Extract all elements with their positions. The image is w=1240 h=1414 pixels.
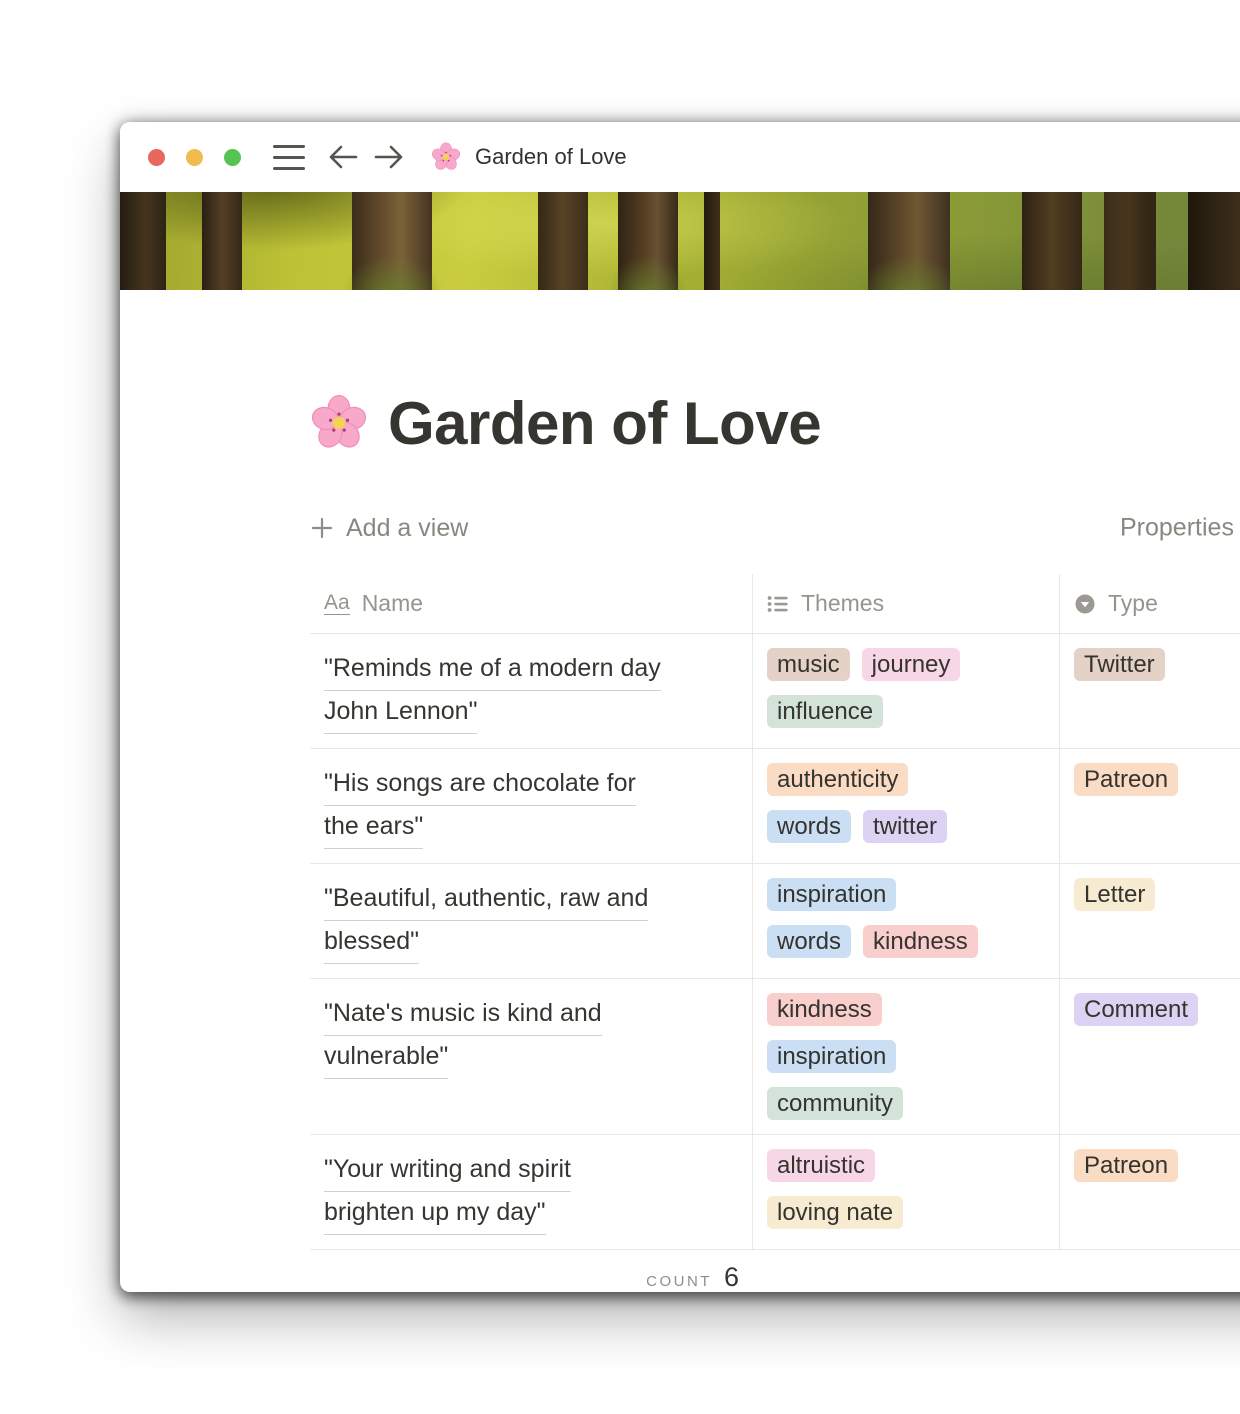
page-header: Garden of Love (310, 390, 1240, 456)
tree-trunk (868, 192, 950, 290)
properties-button[interactable]: Properties (1120, 514, 1234, 543)
column-label: Name (362, 590, 423, 617)
table-body: "Reminds me of a modern dayJohn Lennon"m… (310, 634, 1240, 1250)
name-cell[interactable]: "Nate's music is kind andvulnerable" (310, 979, 753, 1134)
row-title-link: vulnerable" (324, 1036, 448, 1079)
table-row: "Beautiful, authentic, raw andblessed"in… (310, 864, 1240, 979)
column-header-themes[interactable]: Themes (753, 574, 1060, 633)
row-title-link: the ears" (324, 806, 423, 849)
cherry-blossom-icon (431, 142, 461, 172)
name-cell[interactable]: "Beautiful, authentic, raw andblessed" (310, 864, 753, 978)
zoom-button[interactable] (224, 149, 241, 166)
multi-select-icon (767, 593, 789, 615)
tree-trunk (704, 192, 720, 290)
row-title-link: brighten up my day" (324, 1192, 546, 1235)
tag-loving-nate: loving nate (767, 1196, 903, 1229)
type-cell[interactable]: Letter (1060, 864, 1240, 978)
row-title-link: "Beautiful, authentic, raw and (324, 878, 648, 921)
table-header-row: Aa Name Themes Type (310, 574, 1240, 634)
table-row: "Your writing and spiritbrighten up my d… (310, 1135, 1240, 1250)
name-cell[interactable]: "Your writing and spiritbrighten up my d… (310, 1135, 753, 1249)
tree-trunk (1188, 192, 1240, 290)
row-title-link: John Lennon" (324, 691, 477, 734)
tag-altruistic: altruistic (767, 1149, 875, 1182)
tag-twitter: twitter (863, 810, 947, 843)
table-row: "Reminds me of a modern dayJohn Lennon"m… (310, 634, 1240, 749)
page-title[interactable]: Garden of Love (388, 389, 821, 458)
titlebar: Garden of Love (120, 122, 1240, 192)
tree-trunk (1104, 192, 1156, 290)
row-title-link: "His songs are chocolate for (324, 763, 636, 806)
tree-trunk (538, 192, 588, 290)
tag-music: music (767, 648, 850, 681)
tag-words: words (767, 810, 851, 843)
select-icon (1074, 593, 1096, 615)
tree-trunk (202, 192, 242, 290)
add-view-label: Add a view (346, 514, 468, 543)
tag-Patreon: Patreon (1074, 763, 1178, 796)
hamburger-icon (273, 145, 305, 148)
column-header-type[interactable]: Type (1060, 574, 1240, 633)
tree-trunk (120, 192, 166, 290)
tree-trunk (1022, 192, 1082, 290)
page-content: Garden of Love Add a view Properties Aa … (120, 390, 1240, 1292)
tag-community: community (767, 1087, 903, 1120)
cover-image (120, 192, 1240, 290)
table-row: "His songs are chocolate forthe ears"aut… (310, 749, 1240, 864)
forward-arrow-icon (373, 144, 405, 170)
tag-authenticity: authenticity (767, 763, 908, 796)
tag-Letter: Letter (1074, 878, 1155, 911)
tag-Patreon: Patreon (1074, 1149, 1178, 1182)
count-label: COUNT (646, 1273, 712, 1290)
tag-words: words (767, 925, 851, 958)
row-title-link: "Nate's music is kind and (324, 993, 602, 1036)
themes-cell[interactable]: altruistic loving nate (753, 1135, 1060, 1249)
row-title-link: blessed" (324, 921, 419, 964)
row-title-link: "Reminds me of a modern day (324, 648, 661, 691)
count-value: 6 (724, 1262, 739, 1292)
traffic-lights (148, 149, 241, 166)
column-label: Type (1108, 590, 1158, 617)
row-title-link: "Your writing and spirit (324, 1149, 571, 1192)
tag-Twitter: Twitter (1074, 648, 1165, 681)
table-row: "Nate's music is kind andvulnerable"kind… (310, 979, 1240, 1135)
title-icon: Aa (324, 592, 350, 615)
tag-Comment: Comment (1074, 993, 1198, 1026)
app-window: Garden of Love (120, 122, 1240, 1292)
themes-cell[interactable]: kindness inspiration community (753, 979, 1060, 1134)
close-button[interactable] (148, 149, 165, 166)
tag-inspiration: inspiration (767, 1040, 896, 1073)
type-cell[interactable]: Patreon (1060, 749, 1240, 863)
back-arrow-icon (327, 144, 359, 170)
tag-inspiration: inspiration (767, 878, 896, 911)
minimize-button[interactable] (186, 149, 203, 166)
cherry-blossom-icon[interactable] (310, 394, 368, 452)
titlebar-title: Garden of Love (475, 144, 627, 170)
back-button[interactable] (327, 144, 359, 170)
tag-kindness: kindness (863, 925, 978, 958)
tag-influence: influence (767, 695, 883, 728)
forward-button[interactable] (373, 144, 405, 170)
tree-trunk (618, 192, 678, 290)
tag-journey: journey (862, 648, 961, 681)
add-view-button[interactable]: Add a view (310, 514, 468, 543)
table-footer-count[interactable]: COUNT 6 (310, 1250, 753, 1292)
themes-cell[interactable]: music journey influence (753, 634, 1060, 748)
hamburger-menu-button[interactable] (273, 145, 305, 170)
type-cell[interactable]: Patreon (1060, 1135, 1240, 1249)
column-label: Themes (801, 590, 884, 617)
type-cell[interactable]: Twitter (1060, 634, 1240, 748)
column-header-name[interactable]: Aa Name (310, 574, 753, 633)
themes-cell[interactable]: authenticity words twitter (753, 749, 1060, 863)
tag-kindness: kindness (767, 993, 882, 1026)
view-toolbar: Add a view Properties (310, 512, 1240, 544)
plus-icon (310, 516, 334, 540)
name-cell[interactable]: "Reminds me of a modern dayJohn Lennon" (310, 634, 753, 748)
themes-cell[interactable]: inspiration words kindness (753, 864, 1060, 978)
database-table: Aa Name Themes Type (310, 574, 1240, 1292)
type-cell[interactable]: Comment (1060, 979, 1240, 1134)
name-cell[interactable]: "His songs are chocolate forthe ears" (310, 749, 753, 863)
tree-trunk (352, 192, 432, 290)
